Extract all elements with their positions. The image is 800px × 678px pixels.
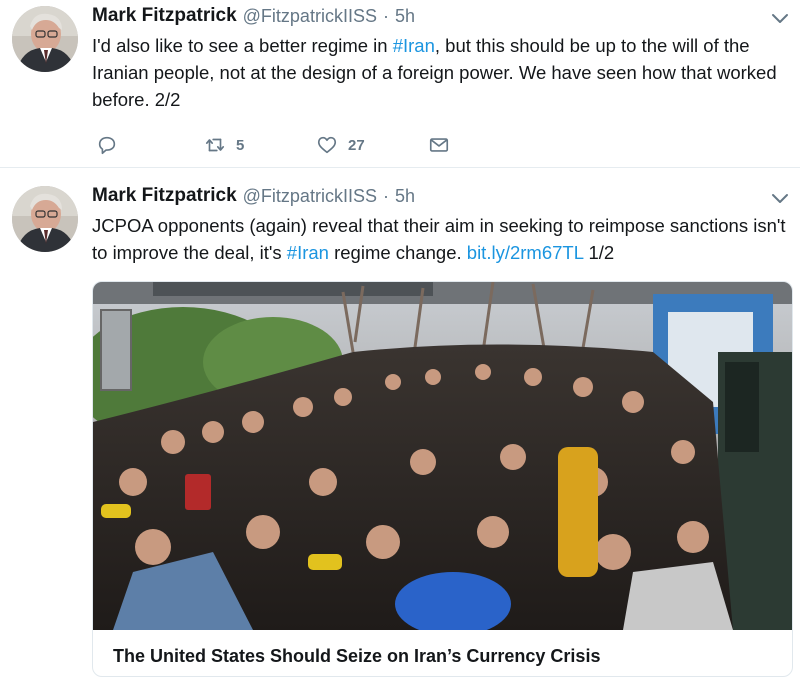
tweet-text: JCPOA opponents (again) reveal that thei… (92, 212, 792, 266)
chevron-down-icon[interactable] (770, 8, 790, 28)
tweet-header: Mark Fitzpatrick @FitzpatrickIISS · 5h (92, 183, 415, 209)
hashtag-link[interactable]: #Iran (393, 35, 435, 56)
retweet-icon (205, 138, 225, 152)
tweet: Mark Fitzpatrick @FitzpatrickIISS · 5h I… (0, 0, 800, 168)
reply-button[interactable] (96, 130, 118, 160)
separator-dot: · (382, 185, 389, 206)
envelope-icon (429, 138, 449, 152)
reply-icon (98, 136, 116, 155)
card-image (93, 282, 792, 630)
chevron-down-icon[interactable] (770, 188, 790, 208)
separator-dot: · (382, 5, 389, 26)
tweet-text-part: 1/2 (583, 242, 615, 263)
direct-message-button[interactable] (428, 130, 450, 160)
tweet-text-part: regime change. (328, 242, 467, 263)
tweet-timestamp[interactable]: 5h (395, 6, 415, 27)
tweet-text-part: I'd also like to see a better regime in (92, 35, 393, 56)
retweet-count: 5 (236, 136, 245, 154)
hashtag-link[interactable]: #Iran (287, 242, 329, 263)
like-count: 27 (348, 136, 365, 154)
url-link[interactable]: bit.ly/2rm67TL (467, 242, 584, 263)
tweet-timestamp[interactable]: 5h (395, 186, 415, 207)
tweet-text: I'd also like to see a better regime in … (92, 32, 792, 113)
heart-icon (317, 136, 337, 154)
retweet-button[interactable]: 5 (204, 130, 244, 160)
tweet: Mark Fitzpatrick @FitzpatrickIISS · 5h J… (0, 169, 800, 678)
tweet-header: Mark Fitzpatrick @FitzpatrickIISS · 5h (92, 3, 415, 29)
author-name[interactable]: Mark Fitzpatrick (92, 185, 237, 207)
link-card[interactable]: The United States Should Seize on Iran’s… (92, 281, 793, 677)
avatar[interactable] (12, 6, 78, 72)
card-title[interactable]: The United States Should Seize on Iran’s… (113, 646, 600, 667)
avatar[interactable] (12, 186, 78, 252)
like-button[interactable]: 27 (316, 130, 365, 160)
author-name[interactable]: Mark Fitzpatrick (92, 5, 237, 27)
author-handle[interactable]: @FitzpatrickIISS (243, 186, 377, 207)
author-handle[interactable]: @FitzpatrickIISS (243, 6, 377, 27)
tweet-actions: 5 27 (92, 130, 472, 160)
